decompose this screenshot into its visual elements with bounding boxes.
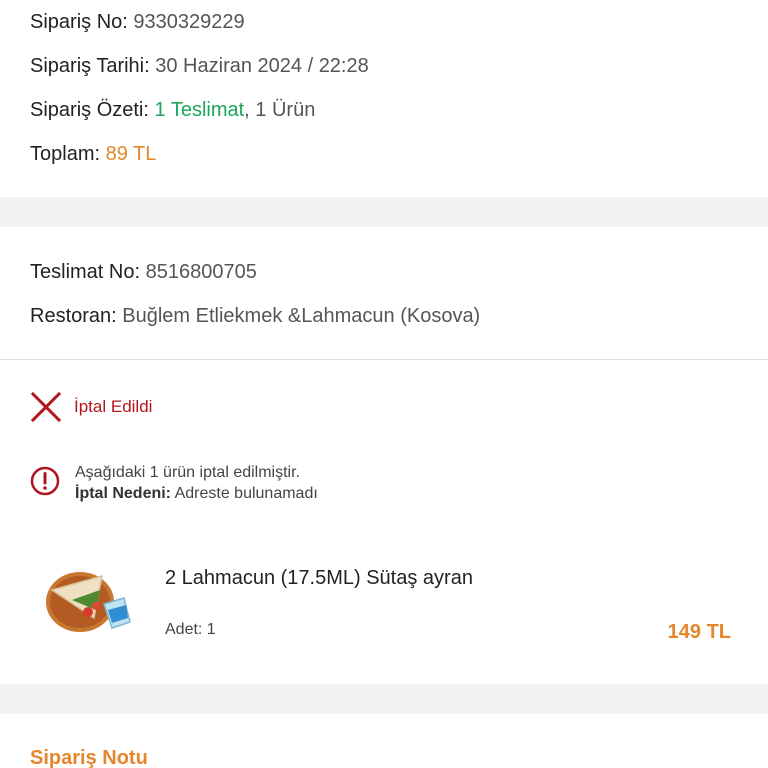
order-summary-separator: , <box>244 99 250 121</box>
delivery-number-value: 8516800705 <box>145 261 257 283</box>
order-total-label: Toplam: <box>30 143 101 165</box>
restaurant-value: Buğlem Etliekmek &Lahmacun (Kosova) <box>122 305 481 327</box>
order-number-row: Sipariş No: 9330329229 <box>30 10 245 34</box>
cancel-reason-label: İptal Nedeni: <box>75 485 172 502</box>
restaurant-row: Restoran: Buğlem Etliekmek &Lahmacun (Ko… <box>30 304 480 328</box>
product-price: 149 TL <box>667 621 731 643</box>
order-date-row: Sipariş Tarihi: 30 Haziran 2024 / 22:28 <box>30 54 369 78</box>
order-summary-label: Sipariş Özeti: <box>30 99 149 121</box>
delivery-number-label: Teslimat No: <box>30 261 141 283</box>
order-summary-deliveries: 1 Teslimat <box>154 99 245 121</box>
product-image <box>46 572 131 632</box>
product-name: 2 Lahmacun (17.5ML) Sütaş ayran <box>165 567 473 589</box>
info-icon <box>30 466 60 496</box>
restaurant-label: Restoran: <box>30 305 117 327</box>
status-text: İptal Edildi <box>74 397 153 416</box>
order-status: İptal Edildi <box>30 391 152 423</box>
product-quantity: Adet: 1 <box>165 621 216 638</box>
close-icon <box>30 391 62 423</box>
order-total-value: 89 TL <box>105 143 157 165</box>
order-number-value: 9330329229 <box>133 11 245 33</box>
cancellation-notice: Aşağıdaki 1 ürün iptal edilmiştir. İptal… <box>30 462 318 504</box>
order-date-label: Sipariş Tarihi: <box>30 55 150 77</box>
cancel-reason-value: Adreste bulunamadı <box>174 485 318 502</box>
order-total-row: Toplam: 89 TL <box>30 142 156 166</box>
order-summary-items: 1 Ürün <box>255 99 316 121</box>
cancel-reason: İptal Nedeni: Adreste bulunamadı <box>75 483 318 504</box>
notice-text: Aşağıdaki 1 ürün iptal edilmiştir. İptal… <box>75 462 318 504</box>
divider <box>0 359 768 360</box>
order-number-label: Sipariş No: <box>30 11 128 33</box>
section-separator <box>0 197 768 227</box>
order-note-title: Sipariş Notu <box>30 747 148 768</box>
order-summary-row: Sipariş Özeti: 1 Teslimat, 1 Ürün <box>30 98 315 122</box>
section-separator-bottom <box>0 684 768 714</box>
notice-line: Aşağıdaki 1 ürün iptal edilmiştir. <box>75 464 300 481</box>
order-date-value: 30 Haziran 2024 / 22:28 <box>155 55 369 77</box>
delivery-number-row: Teslimat No: 8516800705 <box>30 260 257 284</box>
